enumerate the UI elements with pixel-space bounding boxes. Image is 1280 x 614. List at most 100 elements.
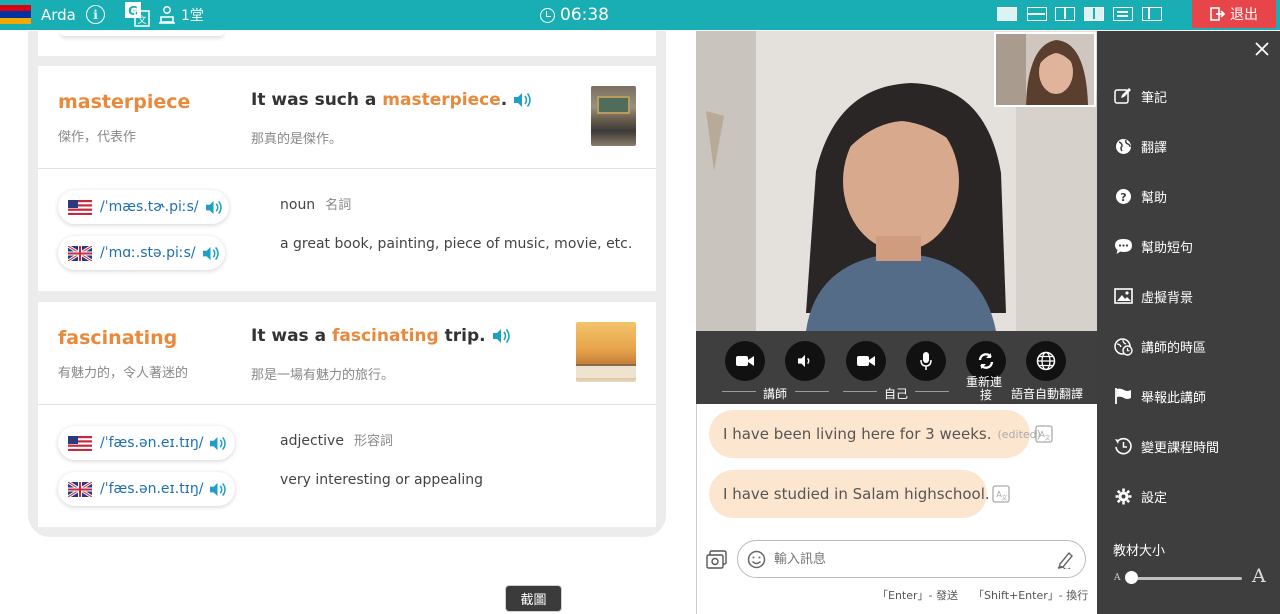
vocab-card-masterpiece: masterpiece 傑作，代表作 It was such a masterp… (38, 66, 656, 168)
microphone-icon (920, 352, 932, 370)
us-speaker-icon[interactable] (205, 200, 222, 215)
definition: a great book, painting, piece of music, … (280, 236, 633, 252)
gallery-thumbnail (591, 86, 636, 146)
chat-message-text: I have been living here for 3 weeks. (723, 425, 992, 443)
armenia-flag-icon (0, 5, 31, 24)
vocab-meaning: 有魅力的，令人著迷的 (58, 366, 189, 381)
us-ipa: /ˈfæs.ən.eɪ.tɪŋ/ (100, 435, 204, 451)
uk-speaker-icon[interactable] (202, 246, 219, 261)
menu-item-report-teacher[interactable]: 舉報此講師 (1113, 386, 1206, 406)
side-menu: 筆記 翻譯 ? 幫助 幫助短句 虛擬背景 講師的時區 舉報此講師 變更課程時間 … (1097, 31, 1280, 614)
vocab-word: masterpiece (58, 91, 191, 113)
vocab-detail-masterpiece: /ˈmæs.tɚ.piːs/ /ˈmɑː.stə.piːs/ noun 名詞 a … (38, 169, 656, 291)
globe-icon (1036, 351, 1056, 371)
us-speaker-icon[interactable] (209, 436, 227, 451)
classroom-window: Arda i G 文 1堂 06:38 退出 masterpiece 傑作，代表… (0, 0, 1280, 614)
menu-item-label: 設定 (1141, 490, 1168, 506)
self-camera-button[interactable] (846, 341, 886, 381)
handwriting-pen-icon[interactable] (1056, 549, 1076, 569)
uk-speaker-icon[interactable] (209, 482, 227, 497)
us-flag-icon (68, 199, 92, 215)
layout-top-icon[interactable] (1027, 7, 1047, 21)
chat-message: I have been living here for 3 weeks. (ed… (709, 410, 1041, 458)
menu-item-settings[interactable]: 設定 (1113, 486, 1167, 506)
layout-doc-icon[interactable] (1142, 7, 1162, 21)
example-sentence: It was such a masterpiece. (251, 90, 531, 110)
uk-pronunciation[interactable]: /ˈmɑː.stə.piːs/ (58, 236, 225, 270)
menu-item-label: 筆記 (1141, 90, 1168, 106)
font-size-slider[interactable] (1128, 577, 1242, 580)
menu-item-label: 幫助短句 (1141, 240, 1194, 256)
us-ipa: /ˈmæs.tɚ.piːs/ (100, 199, 199, 215)
translate-message-icon[interactable]: A 文 (1035, 425, 1053, 443)
image-upload-icon[interactable] (706, 550, 728, 570)
edit-icon (1113, 86, 1133, 106)
class-count: 1堂 (181, 8, 204, 24)
font-size-label: 教材大小 (1113, 544, 1166, 559)
self-video-pip (994, 32, 1096, 107)
uk-pronunciation[interactable]: /ˈfæs.ən.eɪ.tɪŋ/ (58, 472, 235, 506)
auto-translate-button[interactable] (1026, 341, 1066, 381)
menu-item-help[interactable]: ? 幫助 (1113, 186, 1167, 206)
uk-flag-icon (68, 481, 92, 497)
vocab-meaning: 傑作，代表作 (58, 130, 137, 145)
sentence-speaker-icon[interactable] (492, 328, 510, 344)
exit-icon (1210, 7, 1226, 21)
vocab-card-fascinating: fascinating 有魅力的，令人著迷的 It was a fascinat… (38, 302, 656, 404)
class-timer: 06:38 (540, 0, 609, 30)
volume-icon (798, 354, 810, 368)
font-size-large-label: A (1252, 565, 1266, 587)
chat-message-input[interactable] (774, 549, 1044, 569)
menu-item-reschedule[interactable]: 變更課程時間 (1113, 436, 1219, 456)
layout-grid-icon[interactable] (1084, 7, 1104, 21)
translate-icon[interactable]: G 文 (124, 1, 151, 28)
us-pronunciation[interactable]: /ˈmæs.tɚ.piːs/ (58, 190, 229, 224)
send-hint: 「Enter」- 發送 (877, 589, 958, 602)
teacher-camera-button[interactable] (725, 341, 765, 381)
example-sentence-translation: 那真的是傑作。 (251, 132, 343, 147)
menu-item-label: 講師的時區 (1141, 340, 1207, 356)
menu-item-help-phrases[interactable]: 幫助短句 (1113, 236, 1193, 256)
info-icon[interactable]: i (86, 5, 105, 24)
menu-item-label: 翻譯 (1141, 140, 1168, 156)
font-size-slider-handle[interactable] (1124, 571, 1138, 584)
uk-ipa: /ˈfæs.ən.eɪ.tɪŋ/ (100, 481, 204, 497)
layout-full-icon[interactable] (997, 7, 1017, 21)
screenshot-button[interactable]: 截圖 (505, 585, 562, 612)
layout-text-icon[interactable] (1113, 7, 1133, 21)
sunset-thumbnail (576, 322, 636, 382)
self-mic-button[interactable] (906, 341, 946, 381)
part-of-speech: adjective 形容詞 (280, 433, 393, 449)
globe-icon (1113, 136, 1133, 156)
chat-input-box[interactable] (737, 540, 1086, 578)
reconnect-label-line2: 接 (980, 388, 993, 402)
user-name: Arda (41, 6, 76, 24)
menu-item-virtual-background[interactable]: 虛擬背景 (1113, 286, 1193, 306)
camera-icon (857, 356, 875, 366)
sentence-speaker-icon[interactable] (513, 92, 531, 108)
uk-flag-icon (68, 245, 92, 261)
us-flag-icon (68, 435, 92, 451)
gear-icon (1113, 486, 1133, 506)
emoji-icon[interactable] (747, 550, 766, 569)
menu-item-notes[interactable]: 筆記 (1113, 86, 1167, 106)
teacher-controls-label: 講師 (763, 387, 788, 401)
refresh-icon (978, 353, 994, 369)
menu-item-label: 舉報此講師 (1141, 390, 1207, 406)
menu-item-label: 虛擬背景 (1141, 290, 1194, 306)
layout-split-icon[interactable] (1055, 7, 1075, 21)
menu-item-translate[interactable]: 翻譯 (1113, 136, 1167, 156)
camera-icon (736, 356, 754, 366)
flag-icon (1113, 386, 1133, 406)
newline-hint: 「Shift+Enter」- 換行 (973, 589, 1089, 602)
teacher-volume-button[interactable] (785, 341, 825, 381)
menu-item-label: 幫助 (1141, 190, 1168, 206)
exit-button[interactable]: 退出 (1192, 0, 1276, 28)
auto-translate-label: 語音自動翻譯 (1011, 387, 1084, 401)
chat-message: I have studied in Salam highschool. (709, 470, 990, 518)
menu-item-teacher-timezone[interactable]: 講師的時區 (1113, 336, 1206, 356)
translate-message-icon[interactable]: A 文 (992, 485, 1010, 503)
example-sentence: It was a fascinating trip. (251, 326, 510, 346)
close-icon[interactable] (1254, 41, 1270, 57)
us-pronunciation[interactable]: /ˈfæs.ən.eɪ.tɪŋ/ (58, 426, 235, 460)
